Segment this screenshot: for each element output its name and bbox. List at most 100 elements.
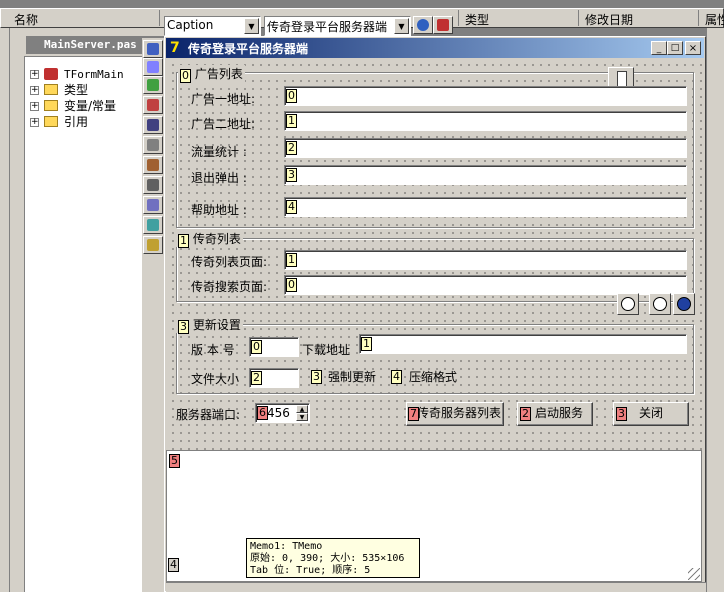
chevron-down-icon[interactable]: ▼: [244, 18, 259, 34]
left-strip: [0, 28, 10, 592]
tool-icon-10[interactable]: [143, 216, 163, 234]
search-page-input[interactable]: 0: [284, 275, 687, 295]
form-title: 传奇登录平台服务器端: [188, 42, 309, 56]
folder-icon: [44, 84, 58, 95]
tree-item-vars[interactable]: 变量/常量: [64, 98, 116, 114]
header-date-label: 修改日期: [585, 13, 634, 27]
filesize-label: 文件大小: [191, 372, 240, 386]
project-tab-label: MainServer.pas: [44, 38, 137, 51]
server-list-button[interactable]: 7 传奇服务器列表: [406, 402, 504, 426]
header-type-label: 类型: [465, 13, 490, 27]
download-input[interactable]: 1: [359, 334, 687, 354]
traffic-label: 流量统计 :: [191, 145, 247, 159]
tree-item-tformmain[interactable]: TFormMain: [64, 67, 124, 83]
property-name-combo[interactable]: Caption ▼: [164, 16, 261, 36]
filesize-input[interactable]: 2: [249, 368, 299, 388]
tool-icon-8[interactable]: [143, 176, 163, 194]
tooltip-line-2: 原始: 0, 390; 大小: 535×106: [250, 553, 405, 564]
compress-index: 4: [391, 370, 402, 384]
user-icon[interactable]: [413, 16, 433, 34]
ad1-label: 广告一地址:: [191, 92, 256, 106]
resize-grip-icon[interactable]: [688, 568, 700, 580]
memo-index: 5: [169, 454, 180, 468]
expand-icon[interactable]: +: [30, 70, 39, 79]
maximize-button[interactable]: □: [667, 41, 683, 55]
timer-icon[interactable]: [649, 293, 671, 315]
property-name-value: Caption: [167, 18, 214, 32]
form-class-icon: [44, 68, 58, 80]
group-index: 0: [180, 69, 191, 83]
force-update-index: 3: [311, 370, 322, 384]
exit-popup-label: 退出弹出 :: [191, 171, 247, 185]
ad2-label: 广告二地址:: [191, 117, 256, 131]
download-label: 下载地址: [302, 343, 351, 357]
close-button[interactable]: ×: [685, 41, 701, 55]
tool-icon-9[interactable]: [143, 196, 163, 214]
right-strip: [706, 28, 724, 592]
app-icon: 7: [170, 40, 180, 56]
header-name-label: 名称: [14, 13, 39, 27]
tree-item-types[interactable]: 类型: [64, 82, 88, 98]
checklist-icon[interactable]: [433, 16, 453, 34]
force-update-checkbox[interactable]: 强制更新: [328, 368, 376, 385]
tool-icon-1[interactable]: [143, 40, 163, 58]
bottom-index: 4: [168, 558, 179, 572]
header-type-col[interactable]: 类型: [458, 10, 578, 27]
legend-group-title: 1 传奇列表: [176, 230, 243, 248]
ad1-input[interactable]: 0: [284, 86, 687, 106]
ad-group-label: 广告列表: [194, 67, 243, 81]
header-attr-col[interactable]: 属性: [698, 10, 724, 27]
tool-icon-2[interactable]: [143, 58, 163, 76]
expand-icon[interactable]: +: [30, 102, 39, 111]
tool-icon-4[interactable]: [143, 96, 163, 114]
tool-icon-5[interactable]: [143, 116, 163, 134]
update-group-label: 更新设置: [192, 318, 241, 332]
spin-down-icon[interactable]: ▼: [296, 413, 308, 421]
traffic-input[interactable]: 2: [284, 138, 687, 158]
legend-group-label: 传奇列表: [192, 232, 241, 246]
spin-up-icon[interactable]: ▲: [296, 405, 308, 413]
project-tree: [24, 56, 142, 592]
bottom-toolbar: [166, 582, 706, 592]
port-value: 456: [267, 406, 290, 420]
close-form-button[interactable]: 3 关闭: [613, 402, 689, 426]
start-service-button[interactable]: 2 启动服务: [517, 402, 593, 426]
group-index: 1: [178, 234, 189, 248]
globe-icon[interactable]: [673, 293, 695, 315]
ad2-input[interactable]: 1: [284, 111, 687, 131]
chevron-down-icon[interactable]: ▼: [394, 18, 409, 34]
tree-item-uses[interactable]: 引用: [64, 114, 88, 130]
tool-icon-7[interactable]: [143, 156, 163, 174]
ad-group-title: 0 广告列表: [178, 65, 245, 83]
header-name-col[interactable]: 名称: [10, 10, 160, 27]
folder-icon: [44, 100, 58, 111]
group-index: 3: [178, 320, 189, 334]
tooltip-line-1: Memo1: TMemo: [250, 541, 323, 552]
help-label: 帮助地址 :: [191, 203, 247, 217]
expand-icon[interactable]: +: [30, 118, 39, 127]
port-spinner[interactable]: 6 456 ▲ ▼: [255, 403, 310, 423]
compress-checkbox[interactable]: 压缩格式: [409, 368, 457, 385]
search-page-label: 传奇搜索页面:: [191, 280, 268, 294]
header-date-col[interactable]: 修改日期: [578, 10, 698, 27]
help-input[interactable]: 4: [284, 197, 687, 217]
timer-icon[interactable]: [617, 293, 639, 315]
minimize-button[interactable]: _: [651, 41, 667, 55]
list-page-input[interactable]: 1: [284, 250, 687, 270]
header-attr-label: 属性: [705, 13, 724, 27]
version-label: 版 本 号: [191, 343, 235, 357]
update-group-title: 3 更新设置: [176, 316, 243, 334]
port-label: 服务器端口:: [176, 408, 241, 422]
component-tooltip: Memo1: TMemo 原始: 0, 390; 大小: 535×106 Tab…: [246, 538, 420, 578]
property-value-text: 传奇登录平台服务器端: [267, 20, 388, 34]
exit-popup-input[interactable]: 3: [284, 165, 687, 185]
expand-icon[interactable]: +: [30, 86, 39, 95]
tooltip-line-3: Tab 位: True; 顺序: 5: [250, 565, 371, 576]
property-value-combo[interactable]: 传奇登录平台服务器端 ▼: [264, 16, 411, 36]
list-page-label: 传奇列表页面:: [191, 255, 268, 269]
tool-icon-6[interactable]: [143, 136, 163, 154]
folder-icon: [44, 116, 58, 127]
tool-icon-3[interactable]: [143, 76, 163, 94]
version-input[interactable]: 0: [249, 337, 299, 357]
tool-icon-11[interactable]: [143, 236, 163, 254]
